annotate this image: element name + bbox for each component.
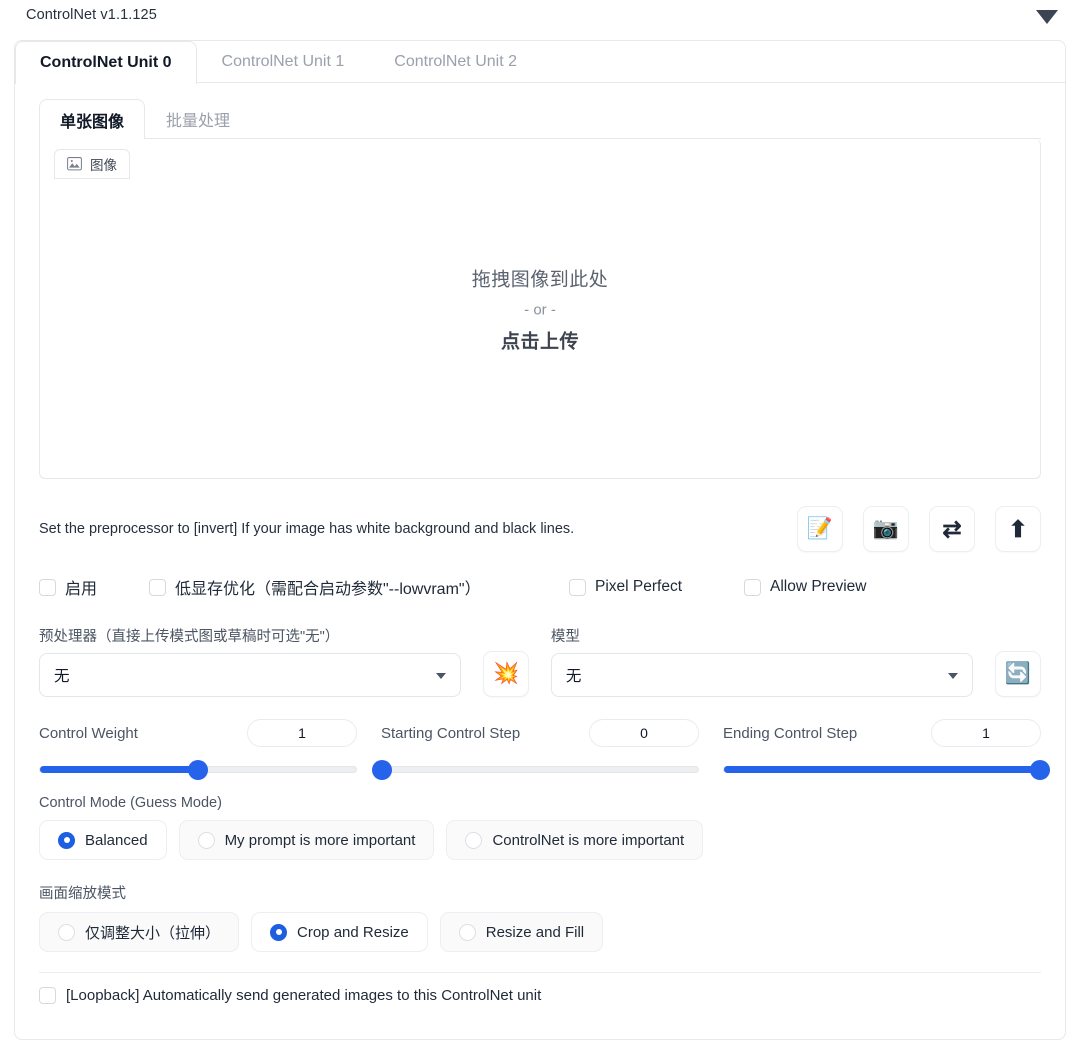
control-mode-radios: Balanced My prompt is more important Con… <box>39 820 1041 860</box>
radio-resize-and-fill-label: Resize and Fill <box>485 923 585 941</box>
pixel-perfect-checkbox-label: Pixel Perfect <box>595 578 683 595</box>
explosion-icon[interactable]: 💥 <box>483 651 530 697</box>
radio-crop-and-resize[interactable]: Crop and Resize <box>251 912 428 952</box>
radio-dot <box>458 923 476 941</box>
preprocessor-label: 预处理器（直接上传模式图或草稿时可选"无"） <box>39 629 340 645</box>
model-group: 模型 无 <box>550 625 974 697</box>
ending-control-step-label: Ending Control Step <box>723 724 858 742</box>
hint-row: Set the preprocessor to [invert] If your… <box>39 505 1041 553</box>
allow-preview-checkbox-label: Allow Preview <box>770 578 867 595</box>
radio-just-resize[interactable]: 仅调整大小（拉伸） <box>39 912 240 952</box>
unit-panel: ControlNet Unit 0 ControlNet Unit 1 Cont… <box>14 40 1066 1040</box>
lowvram-checkbox-label: 低显存优化（需配合启动参数"--lowvram"） <box>175 581 481 598</box>
tab-controlnet-unit-0[interactable]: ControlNet Unit 0 <box>15 41 197 84</box>
control-weight-slider: Control Weight 1 <box>39 719 369 780</box>
radio-dot <box>465 831 483 849</box>
image-chip-label: 图像 <box>90 158 117 173</box>
image-tool-chip[interactable]: 图像 <box>54 149 130 179</box>
ending-control-step-value[interactable]: 1 <box>931 719 1041 747</box>
version-label: ControlNet v1.1.125 <box>26 7 157 23</box>
drop-instructions: 拖拽图像到此处 - or - 点击上传 <box>40 264 1040 353</box>
header: ControlNet v1.1.125 <box>0 0 1080 36</box>
preprocessor-value: 无 <box>54 668 70 685</box>
ending-control-step-slider: Ending Control Step 1 <box>711 719 1050 780</box>
radio-resize-and-fill[interactable]: Resize and Fill <box>439 912 604 952</box>
drop-or-separator: - or - <box>524 301 556 318</box>
radio-dot <box>270 923 288 941</box>
preprocessor-hint: Set the preprocessor to [invert] If your… <box>39 521 575 537</box>
loopback-label: [Loopback] Automatically send generated … <box>66 986 542 1004</box>
tab-batch-process[interactable]: 批量处理 <box>145 99 251 138</box>
checkbox-box <box>39 986 56 1004</box>
radio-dot <box>58 923 75 941</box>
allow-preview-checkbox[interactable]: Allow Preview <box>744 578 866 596</box>
model-selection-row: 预处理器（直接上传模式图或草稿时可选"无"） 无 💥 模型 无 🔄 <box>39 625 1041 697</box>
drop-line-1: 拖拽图像到此处 <box>471 269 609 290</box>
ending-control-step-track[interactable] <box>723 759 1050 780</box>
image-icon <box>67 157 82 171</box>
tab-controlnet-unit-2[interactable]: ControlNet Unit 2 <box>369 41 542 82</box>
resize-mode-label: 画面缩放模式 <box>39 886 126 902</box>
memo-pencil-icon[interactable]: 📝 <box>797 506 843 552</box>
swap-arrows-icon[interactable]: ⇄ <box>929 506 975 552</box>
radio-dot <box>197 831 215 849</box>
tab-controlnet-unit-1[interactable]: ControlNet Unit 1 <box>197 41 370 82</box>
starting-control-step-slider: Starting Control Step 0 <box>369 719 711 780</box>
starting-control-step-label: Starting Control Step <box>381 724 521 742</box>
checkbox-box <box>569 578 586 596</box>
unit-tabs: ControlNet Unit 0 ControlNet Unit 1 Cont… <box>15 41 1065 84</box>
refresh-icon[interactable]: 🔄 <box>995 651 1041 697</box>
radio-controlnet-label: ControlNet is more important <box>492 831 685 849</box>
tab-single-image[interactable]: 单张图像 <box>39 99 146 140</box>
controlnet-panel: ControlNet v1.1.125 ControlNet Unit 0 Co… <box>0 0 1080 1049</box>
radio-my-prompt-label: My prompt is more important <box>224 831 416 849</box>
control-weight-track[interactable] <box>39 759 357 780</box>
checkbox-box <box>149 578 166 596</box>
camera-icon[interactable]: 📷 <box>863 506 909 552</box>
radio-balanced[interactable]: Balanced <box>39 820 167 860</box>
image-drop-area[interactable]: 图像 拖拽图像到此处 - or - 点击上传 <box>39 139 1041 479</box>
radio-balanced-label: Balanced <box>85 831 148 849</box>
radio-just-resize-label: 仅调整大小（拉伸） <box>85 924 221 942</box>
upload-arrow-icon[interactable]: ⬆ <box>995 506 1041 552</box>
input-mode-tabs: 单张图像 批量处理 <box>39 99 1041 140</box>
starting-control-step-track[interactable] <box>372 759 699 780</box>
model-label: 模型 <box>550 629 580 645</box>
radio-crop-and-resize-label: Crop and Resize <box>297 923 409 941</box>
pixel-perfect-checkbox[interactable]: Pixel Perfect <box>569 578 744 596</box>
enable-checkbox-label: 启用 <box>65 581 98 598</box>
control-weight-label: Control Weight <box>39 724 138 742</box>
preprocessor-select[interactable]: 无 <box>39 653 462 697</box>
options-checkbox-row: 启用 低显存优化（需配合启动参数"--lowvram"） Pixel Perfe… <box>39 571 1041 603</box>
loopback-checkbox[interactable]: [Loopback] Automatically send generated … <box>39 973 1041 1017</box>
chevron-down-icon <box>436 673 447 679</box>
radio-my-prompt-important[interactable]: My prompt is more important <box>178 820 435 860</box>
resize-mode-radios: 仅调整大小（拉伸） Crop and Resize Resize and Fil… <box>39 912 1041 952</box>
control-mode-label: Control Mode (Guess Mode) <box>39 795 222 811</box>
triangle-down-icon[interactable] <box>1036 10 1058 24</box>
radio-dot <box>58 831 75 849</box>
chevron-down-icon <box>948 673 959 679</box>
checkbox-box <box>39 578 56 596</box>
lowvram-checkbox[interactable]: 低显存优化（需配合启动参数"--lowvram"） <box>149 575 569 599</box>
model-select[interactable]: 无 <box>550 653 974 697</box>
model-value: 无 <box>565 668 582 685</box>
radio-controlnet-important[interactable]: ControlNet is more important <box>446 820 704 860</box>
enable-checkbox[interactable]: 启用 <box>39 575 149 599</box>
starting-control-step-value[interactable]: 0 <box>589 719 699 747</box>
drop-line-2[interactable]: 点击上传 <box>40 326 1040 353</box>
image-action-buttons: 📝 📷 ⇄ ⬆ <box>797 506 1041 552</box>
slider-row: Control Weight 1 Starting Control Step 0 <box>39 719 1050 780</box>
control-weight-value[interactable]: 1 <box>247 719 357 747</box>
preprocessor-group: 预处理器（直接上传模式图或草稿时可选"无"） 无 <box>39 625 462 697</box>
checkbox-box <box>744 578 761 596</box>
unit-body: 单张图像 批量处理 图像 拖拽图像到此处 - or - 点击上传 Set the… <box>15 83 1065 1017</box>
